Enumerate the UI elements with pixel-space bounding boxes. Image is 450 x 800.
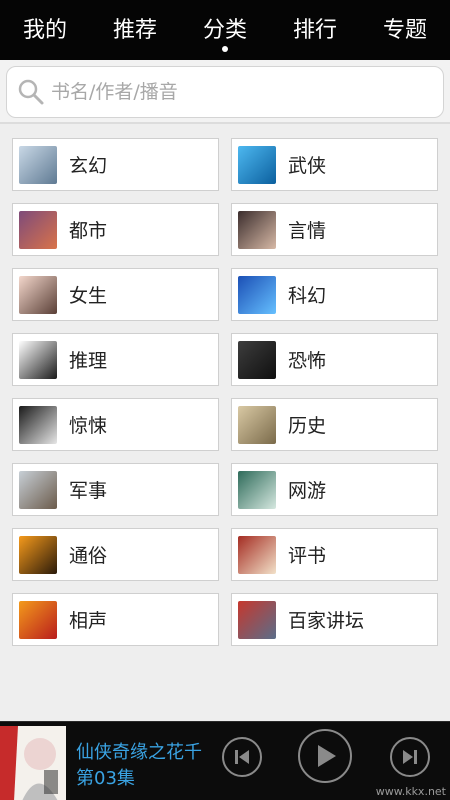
category-label: 军事	[69, 480, 108, 502]
category-label: 网游	[288, 480, 327, 502]
category-label: 恐怖	[288, 350, 327, 372]
tab-category[interactable]: 分类	[180, 0, 270, 60]
tab-topics[interactable]: 专题	[360, 0, 450, 60]
next-button[interactable]	[390, 737, 430, 777]
tab-label: 推荐	[112, 18, 157, 43]
search-icon	[18, 79, 44, 105]
category-item[interactable]: 相声	[12, 593, 219, 646]
track-episode: 第03集	[76, 768, 135, 789]
girl-thumb	[19, 275, 57, 314]
scifi-thumb	[238, 275, 276, 314]
military-thumb	[19, 470, 57, 509]
lecture-logo-thumb	[238, 600, 276, 639]
horror-thumb	[238, 340, 276, 379]
category-label: 相声	[69, 610, 108, 632]
category-item[interactable]: 科幻	[231, 268, 438, 321]
track-title[interactable]: 仙侠奇缘之花千	[76, 738, 202, 764]
category-item[interactable]: 通俗	[12, 528, 219, 581]
category-item[interactable]: 女生	[12, 268, 219, 321]
cover-art-icon	[0, 726, 66, 800]
active-tab-indicator	[222, 46, 228, 52]
category-label: 百家讲坛	[288, 610, 365, 632]
tab-recommend[interactable]: 推荐	[90, 0, 180, 60]
category-item[interactable]: 都市	[12, 203, 219, 256]
category-item[interactable]: 历史	[231, 398, 438, 451]
search-area	[0, 60, 450, 122]
previous-button[interactable]	[222, 737, 262, 777]
category-item[interactable]: 玄幻	[12, 138, 219, 191]
category-item[interactable]: 武侠	[231, 138, 438, 191]
category-label: 玄幻	[69, 155, 108, 177]
play-icon	[318, 745, 336, 767]
album-cover[interactable]	[0, 726, 66, 800]
history-thumb	[238, 405, 276, 444]
game-thumb	[238, 470, 276, 509]
category-label: 科幻	[288, 285, 327, 307]
category-item[interactable]: 百家讲坛	[231, 593, 438, 646]
city-thumb	[19, 210, 57, 249]
category-item[interactable]: 评书	[231, 528, 438, 581]
wuxia-thumb	[238, 145, 276, 184]
fantasy-thumb	[19, 145, 57, 184]
tab-ranking[interactable]: 排行	[270, 0, 360, 60]
skip-previous-icon	[235, 750, 249, 764]
category-label: 都市	[69, 220, 108, 242]
tab-label: 排行	[292, 18, 337, 43]
category-item[interactable]: 推理	[12, 333, 219, 386]
top-tab-bar: 我的 推荐 分类 排行 专题	[0, 0, 450, 60]
category-item[interactable]: 网游	[231, 463, 438, 516]
search-box[interactable]	[6, 66, 444, 118]
category-label: 女生	[69, 285, 108, 307]
category-item[interactable]: 军事	[12, 463, 219, 516]
skip-next-icon	[403, 750, 417, 764]
divider	[0, 122, 450, 124]
detective-thumb	[19, 340, 57, 379]
watermark: www.kkx.net	[375, 785, 446, 798]
category-item[interactable]: 恐怖	[231, 333, 438, 386]
tab-label: 我的	[22, 18, 67, 43]
category-label: 惊悚	[69, 415, 108, 437]
category-label: 通俗	[69, 545, 108, 567]
category-label: 历史	[288, 415, 327, 437]
search-input[interactable]	[51, 81, 411, 103]
category-label: 言情	[288, 220, 327, 242]
category-label: 推理	[69, 350, 108, 372]
mini-player: 仙侠奇缘之花千 第03集 www.kkx.net	[0, 721, 450, 800]
tab-label: 专题	[382, 18, 427, 43]
play-button[interactable]	[298, 729, 352, 783]
popular-thumb	[19, 535, 57, 574]
storytelling-thumb	[238, 535, 276, 574]
tab-label: 分类	[202, 18, 247, 43]
category-label: 评书	[288, 545, 327, 567]
category-item[interactable]: 惊悚	[12, 398, 219, 451]
tab-mine[interactable]: 我的	[0, 0, 90, 60]
category-item[interactable]: 言情	[231, 203, 438, 256]
category-label: 武侠	[288, 155, 327, 177]
romance-thumb	[238, 210, 276, 249]
thriller-thumb	[19, 405, 57, 444]
crosstalk-fan-thumb	[19, 600, 57, 639]
